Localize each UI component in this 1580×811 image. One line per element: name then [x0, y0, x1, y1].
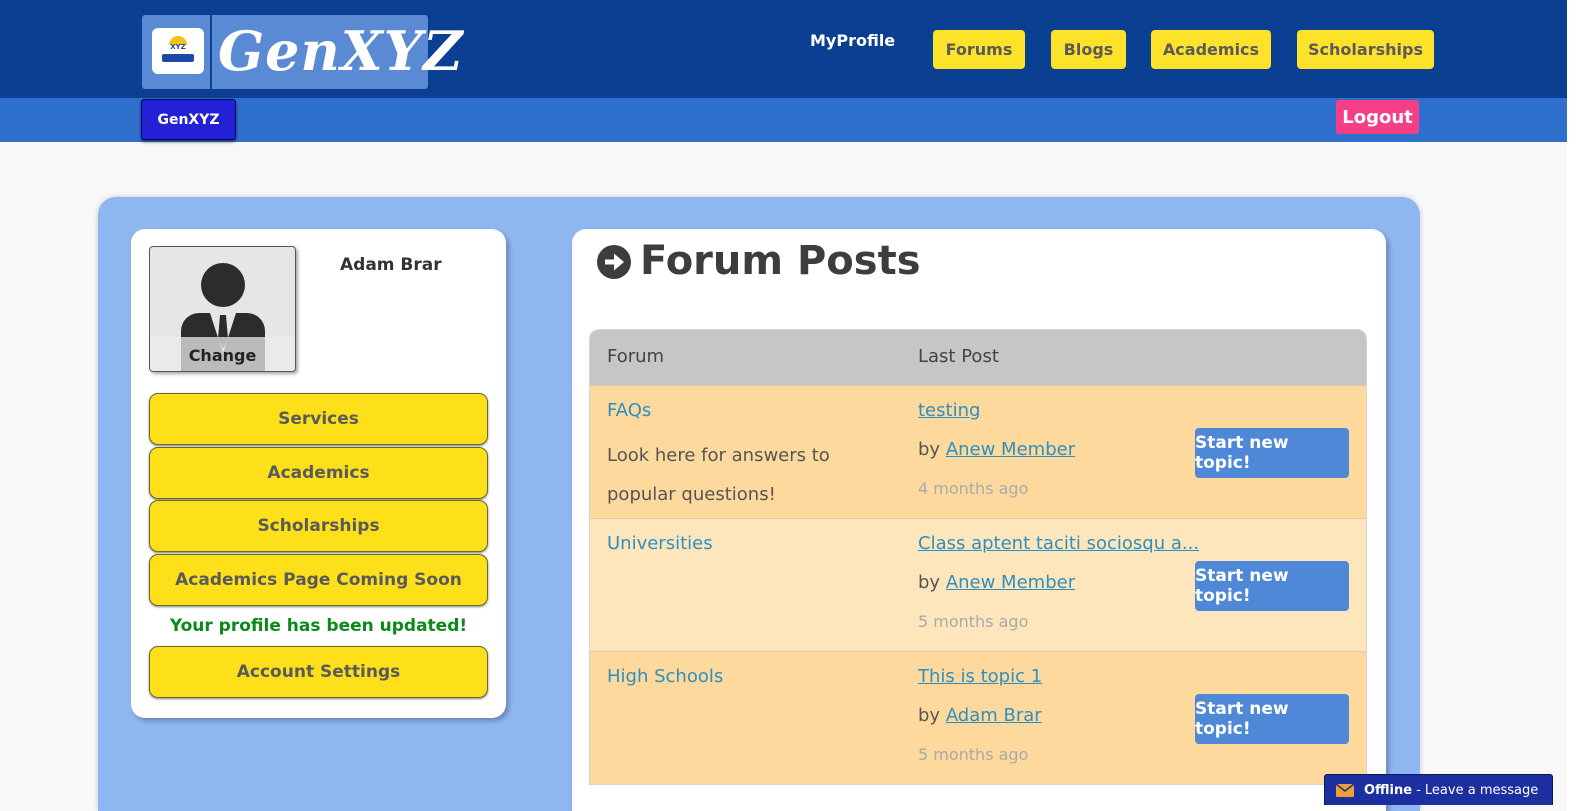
logo-text: GenXYZ — [218, 19, 464, 83]
status-message: Your profile has been updated! — [169, 616, 468, 636]
nav-forums-button[interactable]: Forums — [933, 30, 1025, 69]
table-row: FAQs Look here for answers to popular qu… — [590, 385, 1366, 518]
forum-link[interactable]: Universities — [607, 533, 713, 554]
page-title-text: Forum Posts — [640, 238, 921, 284]
live-chat-widget[interactable]: Offline - Leave a message — [1324, 774, 1553, 805]
page-title: Forum Posts — [596, 238, 921, 284]
academics-coming-soon-button[interactable]: Academics Page Coming Soon — [149, 554, 488, 606]
nav-scholarships-button[interactable]: Scholarships — [1297, 30, 1434, 69]
last-post-time: 5 months ago — [918, 745, 1029, 764]
home-button[interactable]: GenXYZ — [141, 99, 236, 140]
academics-button[interactable]: Academics — [149, 447, 488, 499]
mail-icon — [1336, 783, 1354, 797]
logo-badge: XYZ — [152, 28, 204, 74]
column-last-post: Last Post — [918, 346, 999, 367]
profile-name: Adam Brar — [340, 255, 442, 275]
last-post-time: 4 months ago — [918, 479, 1029, 498]
forum-link[interactable]: High Schools — [607, 666, 723, 687]
avatar-head — [201, 263, 245, 307]
nav-myprofile[interactable]: MyProfile — [810, 31, 895, 50]
last-post-author: by Adam Brar — [918, 705, 1042, 726]
last-post-link[interactable]: testing — [918, 400, 980, 421]
last-post-link[interactable]: This is topic 1 — [918, 666, 1042, 687]
table-row: Universities Class aptent taciti sociosq… — [590, 518, 1366, 651]
scholarships-button[interactable]: Scholarships — [149, 500, 488, 552]
site-logo[interactable]: XYZ GenXYZ — [142, 15, 463, 89]
author-link[interactable]: Anew Member — [946, 572, 1075, 593]
logo-badge-text: XYZ — [170, 43, 186, 51]
last-post-author: by Anew Member — [918, 439, 1075, 460]
logo-divider — [210, 15, 212, 89]
author-link[interactable]: Adam Brar — [946, 705, 1042, 726]
book-icon — [162, 54, 194, 62]
forum-link[interactable]: FAQs — [607, 400, 651, 421]
start-new-topic-button[interactable]: Start new topic! — [1195, 694, 1349, 744]
table-row: High Schools This is topic 1 by Adam Bra… — [590, 651, 1366, 784]
account-settings-button[interactable]: Account Settings — [149, 646, 488, 698]
by-label: by — [918, 572, 941, 593]
nav-academics-button[interactable]: Academics — [1151, 30, 1271, 69]
column-forum: Forum — [607, 346, 665, 367]
last-post-link[interactable]: Class aptent taciti sociosqu a... — [918, 533, 1199, 554]
start-new-topic-button[interactable]: Start new topic! — [1195, 561, 1349, 611]
last-post-author: by Anew Member — [918, 572, 1075, 593]
circle-arrow-right-icon — [597, 245, 631, 279]
change-avatar-button[interactable]: Change — [150, 337, 295, 371]
table-header: Forum Last Post — [590, 330, 1366, 385]
by-label: by — [918, 705, 941, 726]
nav-blogs-button[interactable]: Blogs — [1051, 30, 1126, 69]
chat-status: Offline — [1364, 782, 1413, 798]
forum-table: Forum Last Post FAQs Look here for answe… — [589, 329, 1367, 785]
author-link[interactable]: Anew Member — [946, 439, 1075, 460]
top-navbar: XYZ GenXYZ MyProfile Forums Blogs Academ… — [0, 0, 1567, 98]
last-post-time: 5 months ago — [918, 612, 1029, 631]
avatar[interactable]: Change — [149, 246, 296, 372]
by-label: by — [918, 439, 941, 460]
scrollbar[interactable] — [1567, 0, 1580, 811]
chat-message: - Leave a message — [1416, 782, 1539, 798]
services-button[interactable]: Services — [149, 393, 488, 445]
forum-description: Look here for answers to popular questio… — [607, 445, 830, 505]
logout-button[interactable]: Logout — [1336, 100, 1419, 134]
start-new-topic-button[interactable]: Start new topic! — [1195, 428, 1349, 478]
